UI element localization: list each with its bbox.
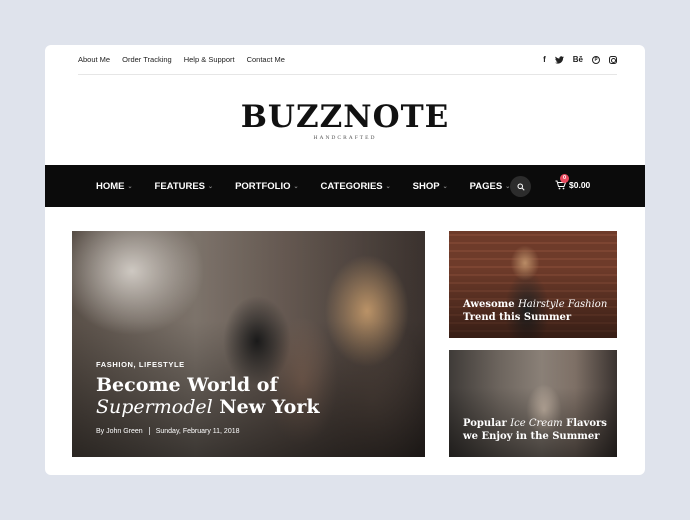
page-card: About Me Order Tracking Help & Support C… [45, 45, 645, 475]
site-tagline: HANDCRAFTED [313, 135, 377, 141]
title-line: Become World of [96, 374, 278, 397]
post-categories[interactable]: FASHION, LIFESTYLE [96, 360, 320, 369]
site-logo[interactable]: BUZZNOTE [45, 99, 645, 135]
title-part: Awesome [463, 299, 519, 310]
twitter-icon[interactable] [554, 55, 564, 64]
post-date: Sunday, February 11, 2018 [155, 427, 240, 435]
nav-item-label: PORTFOLIO [235, 180, 291, 192]
title-line: Trend this Summer [463, 311, 572, 323]
cart-total: $0.00 [569, 180, 591, 190]
top-link-order-tracking[interactable]: Order Tracking [122, 55, 172, 64]
top-links: About Me Order Tracking Help & Support C… [78, 55, 285, 64]
featured-post-title[interactable]: Become World of Supermodel New York [96, 374, 320, 419]
nav-item-features[interactable]: FEATURES ⌄ [155, 181, 214, 192]
featured-post-content: FASHION, LIFESTYLE Become World of Super… [96, 360, 320, 435]
top-link-contact[interactable]: Contact Me [247, 55, 285, 64]
title-line: New York [212, 396, 320, 419]
chevron-down-icon: ⌄ [208, 183, 214, 190]
cart-count-badge: 0 [560, 174, 569, 183]
chevron-down-icon: ⌄ [385, 183, 391, 190]
social-links: f Bē p [543, 55, 617, 64]
cart-button[interactable]: 0 $0.00 [555, 174, 591, 190]
nav-item-label: CATEGORIES [320, 180, 383, 192]
nav-item-portfolio[interactable]: PORTFOLIO ⌄ [235, 181, 298, 192]
side-post[interactable]: Popular Ice Cream Flavors we Enjoy in th… [449, 350, 617, 457]
side-post[interactable]: Awesome Hairstyle Fashion Trend this Sum… [449, 231, 617, 338]
behance-icon[interactable]: Bē [573, 55, 583, 64]
chevron-down-icon: ⌄ [442, 183, 448, 190]
title-italic: Supermodel [96, 396, 213, 419]
title-italic: Ice Cream [510, 418, 563, 429]
nav-item-label: FEATURES [154, 180, 206, 192]
title-italic: Hairstyle Fashion [518, 299, 608, 310]
top-bar: About Me Order Tracking Help & Support C… [78, 45, 617, 75]
nav-item-home[interactable]: HOME ⌄ [96, 181, 133, 192]
side-post-title[interactable]: Awesome Hairstyle Fashion Trend this Sum… [463, 299, 607, 324]
nav-item-label: PAGES [469, 180, 503, 192]
post-author[interactable]: By John Green [96, 428, 143, 435]
title-part: Flavors [562, 418, 607, 429]
nav-item-shop[interactable]: SHOP ⌄ [413, 181, 448, 192]
side-post-title[interactable]: Popular Ice Cream Flavors we Enjoy in th… [463, 418, 607, 443]
top-link-help[interactable]: Help & Support [184, 55, 235, 64]
title-line: we Enjoy in the Summer [463, 430, 600, 442]
meta-divider [148, 427, 150, 435]
nav-item-categories[interactable]: CATEGORIES ⌄ [321, 181, 391, 192]
nav-item-label: HOME [96, 180, 125, 192]
main-nav: HOME ⌄ FEATURES ⌄ PORTFOLIO ⌄ CATEGORIES ⌄ S… [45, 165, 645, 207]
featured-post[interactable]: FASHION, LIFESTYLE Become World of Super… [72, 231, 425, 457]
pinterest-icon[interactable]: p [592, 55, 600, 64]
nav-item-pages[interactable]: PAGES ⌄ [470, 181, 511, 192]
chevron-down-icon: ⌄ [127, 183, 133, 190]
chevron-down-icon: ⌄ [293, 183, 299, 190]
top-link-about[interactable]: About Me [78, 55, 110, 64]
search-button[interactable] [510, 176, 531, 197]
facebook-icon[interactable]: f [543, 55, 546, 64]
title-part: Popular [463, 418, 511, 429]
nav-item-label: SHOP [412, 180, 440, 192]
post-meta: By John Green Sunday, February 11, 2018 [96, 427, 320, 435]
search-icon [517, 183, 525, 191]
instagram-icon[interactable] [609, 55, 617, 64]
